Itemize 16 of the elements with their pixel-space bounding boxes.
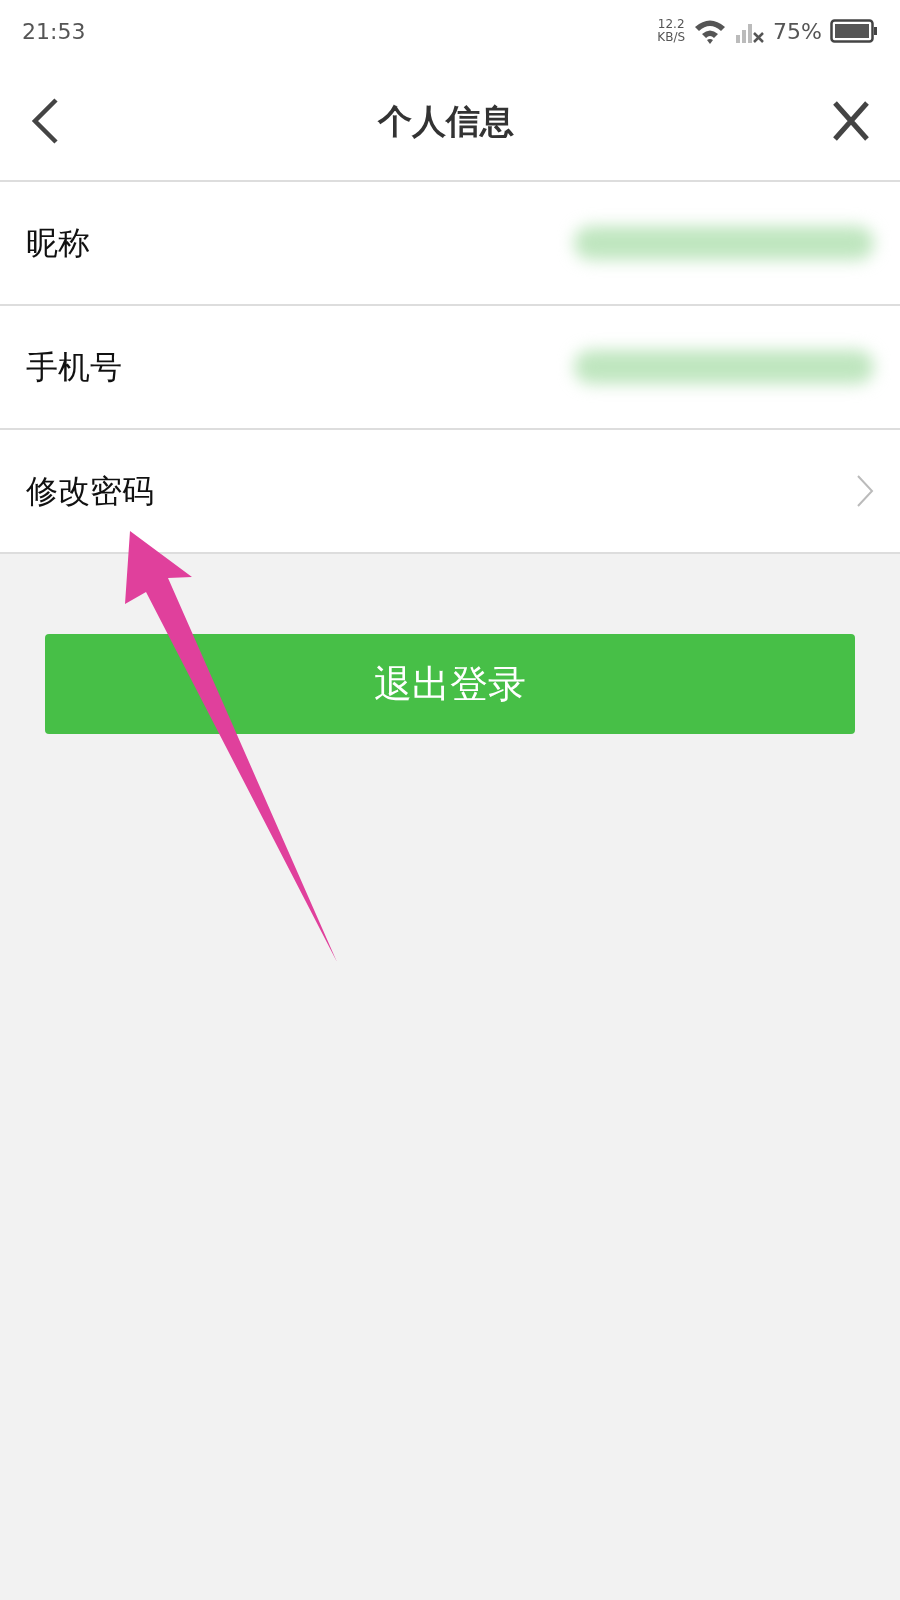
row-label: 修改密码 — [26, 471, 154, 512]
status-time: 21:53 — [22, 17, 86, 46]
page-title: 个人信息 — [378, 99, 514, 143]
back-icon[interactable] — [30, 98, 60, 144]
network-speed: 12.2 — [657, 18, 686, 31]
settings-row[interactable]: 昵称 — [0, 182, 900, 306]
settings-row[interactable]: 手机号 — [0, 306, 900, 430]
chevron-icon — [856, 474, 874, 508]
speed-unit: KB/S — [657, 31, 686, 44]
close-icon[interactable] — [832, 101, 870, 141]
settings-row[interactable]: 修改密码 — [0, 430, 900, 554]
battery-percent: 75% — [773, 17, 822, 46]
battery-icon — [830, 18, 878, 44]
wifi-icon — [693, 18, 728, 44]
row-label: 昵称 — [26, 223, 90, 264]
row-label: 手机号 — [26, 347, 122, 388]
